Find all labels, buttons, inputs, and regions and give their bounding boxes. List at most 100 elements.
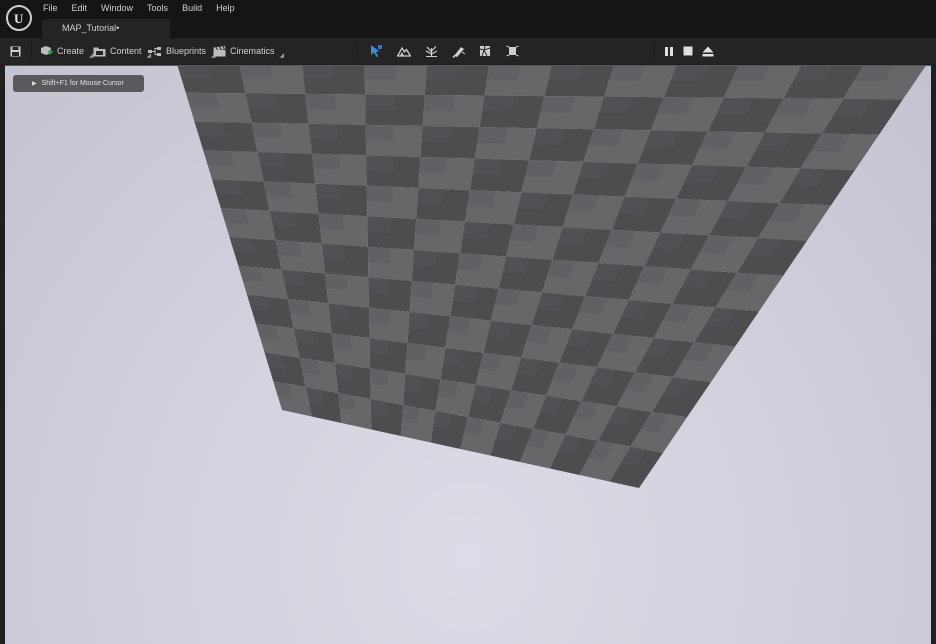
menu-edit[interactable]: Edit [72,3,96,13]
floor-tile-detail [315,183,342,200]
fracture-mode-button[interactable] [479,38,491,64]
floor-tile-detail [462,221,490,239]
floor-tile-detail [472,158,502,176]
mesh-paint-mode-button[interactable] [452,38,466,64]
mouse-cursor-hint-text: Shift+F1 for Mouse Cursor [41,80,124,87]
floor-tile-detail [302,66,335,80]
floor-tile-detail [328,303,350,321]
floor-tile-detail [203,150,235,166]
floor-tile-detail [177,66,212,79]
floor-tile-detail [194,121,227,137]
blueprints-button[interactable]: Blueprints ◢ [148,38,216,64]
landscape-mode-icon [397,46,411,57]
menu-window[interactable]: Window [101,3,141,13]
stop-icon [683,46,693,56]
floor-tile-detail [364,66,396,80]
floor-tile-detail [287,299,311,316]
floor-tile-detail [370,399,387,418]
floor-tile-detail [419,157,448,174]
floor-tile-detail [540,96,575,113]
floor-tile-detail [477,127,509,144]
document-tab[interactable]: MAP_Tutorial• [42,19,170,38]
menu-bar: File Edit Window Tools Build Help [43,3,249,13]
floor-tile-detail [482,95,515,112]
floor-tile-detail [281,269,306,287]
floor-tile-detail [293,328,315,346]
save-button[interactable] [10,38,21,64]
level-viewport[interactable] [5,66,931,644]
floor-tile-detail [447,316,471,335]
floor-tile-detail [408,312,430,330]
floor-tile-detail [257,152,287,168]
floor-tile-detail [245,93,278,109]
floor-tile-detail [467,190,496,208]
floor-tile-detail [457,253,484,271]
eject-button[interactable] [702,38,714,64]
floor-tile-detail [517,192,548,210]
floor-tile-detail [269,210,297,228]
floor-tile-detail [588,129,623,147]
create-label: Create [57,46,85,56]
floor-tile-detail [412,250,438,268]
select-mode-button[interactable] [369,38,383,64]
mouse-cursor-hint[interactable]: ▶ Shift+F1 for Mouse Cursor [13,75,144,92]
stop-button[interactable] [683,38,693,64]
floor-tile-detail [548,66,583,81]
brush-edit-mode-icon [506,45,519,57]
menu-file[interactable]: File [43,3,66,13]
floor-tile-detail [308,123,339,140]
cinematics-button[interactable]: Cinematics ◢ [213,38,284,64]
floor-tile-detail [599,96,634,114]
content-button[interactable]: Content ◢ [93,38,151,64]
floor-tile-detail [229,237,257,254]
menu-build[interactable]: Build [182,3,210,13]
floor-tile-detail [239,66,274,79]
menu-help[interactable]: Help [216,3,243,13]
floor-tile-detail [365,124,395,141]
foliage-mode-icon [425,46,438,57]
floor-tile-detail [609,66,646,81]
unreal-logo-icon[interactable]: U [6,5,32,31]
floor-tile-detail [318,213,344,230]
floor-tile-detail [417,188,445,205]
checkered-floor-plane [177,66,926,488]
floor-tile-detail [185,92,220,108]
blueprint-icon [148,46,161,56]
clapperboard-icon [213,45,226,56]
select-mode-icon [371,45,382,57]
floor-tile-detail [366,155,394,172]
cinematics-dropdown-caret: ◢ [279,52,285,59]
floor-tile-detail [487,66,521,80]
floor-tile-detail [423,95,455,111]
brush-edit-mode-button[interactable] [506,38,519,64]
create-icon [41,46,53,55]
floor-tile-detail [275,240,301,257]
title-bar: U File Edit Window Tools Build Help MAP_… [0,0,936,38]
floor-tile-detail [365,94,395,111]
eject-icon [702,46,714,56]
play-triangle-icon: ▶ [32,81,37,87]
floor-tile-detail [438,379,459,398]
main-toolbar: Create ◢ Content ◢ Blueprints ◢ Cinemati… [0,38,936,65]
floor-tile-detail [321,243,346,261]
content-label: Content [110,46,142,56]
floor-tile-detail [367,246,391,264]
floor-tile-detail [406,343,427,362]
floor-tile-detail [415,219,441,236]
create-button[interactable]: Create ◢ [40,38,94,64]
foliage-mode-button[interactable] [425,38,438,64]
pause-button[interactable] [664,38,674,64]
floor-tile-detail [247,294,271,312]
floor-tile-detail [212,179,242,195]
landscape-mode-button[interactable] [397,38,411,64]
floor-tile-detail [452,284,477,303]
floor-tile-detail [404,374,423,393]
floor-tile-detail [510,224,539,242]
menu-tools[interactable]: Tools [147,3,176,13]
floor-tile-detail [425,66,459,80]
floor-tile-detail [421,126,452,143]
floor-tile-detail [238,265,264,283]
floor-tile-detail [532,128,566,145]
document-tab-title: MAP_Tutorial• [62,23,120,33]
fracture-mode-icon [479,45,491,57]
